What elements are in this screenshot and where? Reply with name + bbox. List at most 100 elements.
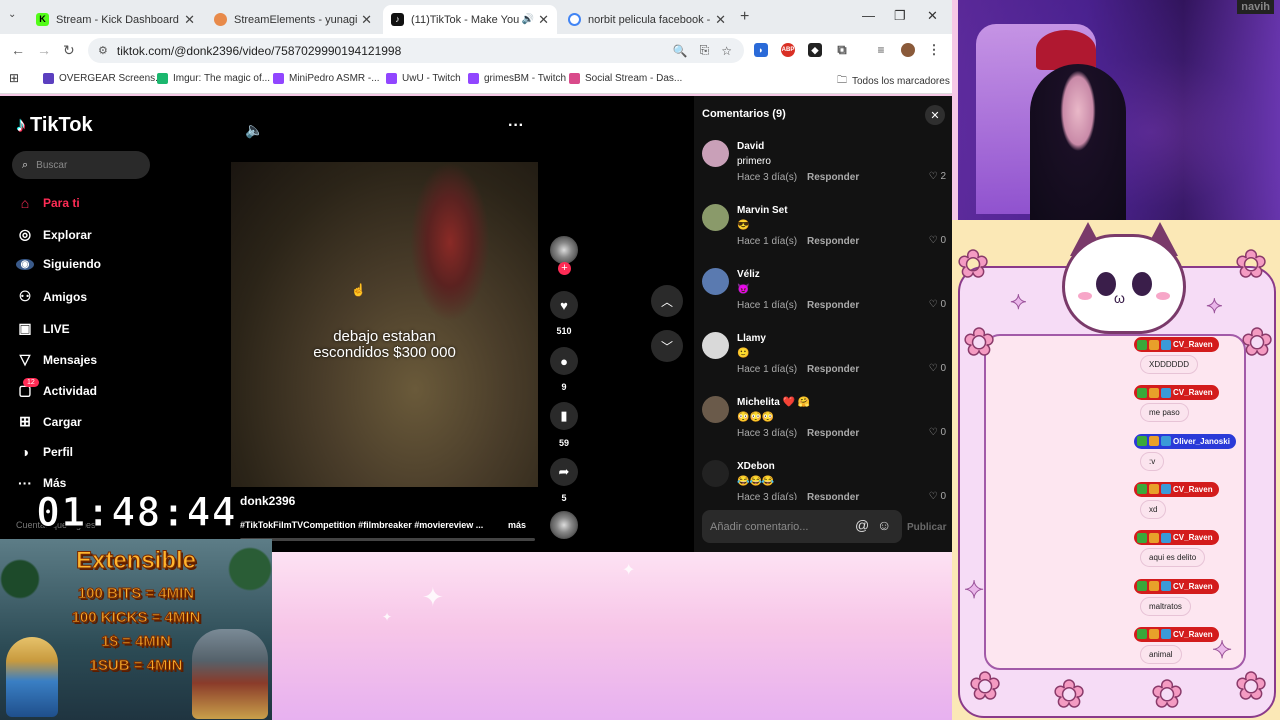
search-input[interactable]: ⌕ Buscar [12, 151, 150, 179]
back-icon[interactable]: ← [11, 42, 25, 58]
reply-button[interactable]: Responder [807, 492, 859, 500]
comment-author[interactable]: Michelita ❤️ 🤗 [737, 397, 810, 408]
video-progress-bar[interactable] [240, 538, 535, 541]
close-tab-icon[interactable]: ✕ [184, 12, 195, 28]
commenter-avatar[interactable] [702, 204, 729, 231]
comment-like-button[interactable]: ♡ 0 [929, 427, 946, 438]
emoji-icon[interactable]: ☺ [877, 517, 891, 533]
comment-button[interactable]: ● [550, 347, 578, 375]
flower-icon: ✿ [1240, 322, 1273, 364]
comment-input[interactable]: Añadir comentario... @ ☺ [702, 510, 902, 543]
video-hashtags[interactable]: #TikTokFilmTVCompetition #filmbreaker #m… [240, 520, 495, 530]
close-tab-icon[interactable]: ✕ [361, 12, 372, 28]
bookmark-item[interactable]: UwU - Twitch [386, 73, 461, 84]
share-button[interactable]: ➦ [550, 458, 578, 486]
author-avatar[interactable] [550, 236, 578, 264]
new-tab-button[interactable]: + [740, 8, 749, 26]
commenter-avatar[interactable] [702, 332, 729, 359]
chat-message: CV_Raven animal [1134, 626, 1219, 664]
music-disc[interactable] [550, 511, 578, 539]
bookmark-item[interactable]: OVERGEAR Screens... [43, 73, 163, 84]
follow-plus-icon[interactable]: + [558, 262, 571, 275]
profile-avatar-icon[interactable] [901, 43, 915, 57]
more-link[interactable]: más [508, 520, 526, 530]
nav-friends[interactable]: ⚇ Amigos [16, 288, 87, 305]
video-player[interactable] [231, 162, 538, 487]
nav-messages[interactable]: ▽ Mensajes [16, 351, 97, 368]
extension-icon[interactable]: ◆ [808, 43, 822, 57]
reload-icon[interactable]: ↻ [63, 42, 75, 59]
mention-icon[interactable]: @ [855, 517, 869, 533]
nav-more[interactable]: ··· Más [16, 475, 66, 491]
forward-icon[interactable]: → [37, 42, 51, 58]
comment-like-button[interactable]: ♡ 0 [929, 299, 946, 310]
comment-author[interactable]: David [737, 141, 764, 152]
tab-streamelements[interactable]: StreamElements - yunagiselle ✕ [206, 5, 380, 34]
all-bookmarks-folder[interactable]: 🗀 Todos los marcadores [837, 73, 950, 90]
nav-explore[interactable]: ◎ Explorar [16, 226, 92, 243]
reply-button[interactable]: Responder [807, 364, 859, 375]
video-author[interactable]: donk2396 [240, 494, 295, 508]
close-tab-icon[interactable]: ✕ [538, 12, 549, 28]
reply-button[interactable]: Responder [807, 236, 859, 247]
like-button[interactable]: ♥ [550, 291, 578, 319]
nav-following[interactable]: ◉ Siguiendo [16, 257, 101, 271]
reply-button[interactable]: Responder [807, 172, 859, 183]
nav-for-you[interactable]: ⌂ Para ti [16, 195, 80, 211]
save-button[interactable]: ▮ [550, 402, 578, 430]
comment-like-button[interactable]: ♡ 0 [929, 235, 946, 246]
bookmark-item[interactable]: grimesBM - Twitch [468, 73, 566, 84]
volume-icon[interactable]: 🔈 [245, 121, 264, 139]
more-options-icon[interactable]: ··· [508, 117, 524, 135]
minimize-icon[interactable]: — [862, 8, 875, 23]
comment-like-button[interactable]: ♡ 2 [929, 171, 946, 182]
nav-live[interactable]: ▣ LIVE [16, 320, 69, 337]
comment-author[interactable]: Marvin Set [737, 205, 788, 216]
tab-google-search[interactable]: norbit pelicula facebook - Buscar ✕ [560, 5, 734, 34]
commenter-avatar[interactable] [702, 396, 729, 423]
reply-button[interactable]: Responder [807, 428, 859, 439]
close-tab-icon[interactable]: ✕ [715, 12, 726, 28]
extension-icon[interactable]: ◗ [754, 43, 768, 57]
comment-author[interactable]: Llamy [737, 333, 766, 344]
bookmark-star-icon[interactable]: ☆ [721, 44, 732, 58]
address-bar[interactable]: ⚙ tiktok.com/@donk2396/video/75870299901… [88, 38, 744, 63]
reply-button[interactable]: Responder [807, 300, 859, 311]
extensions-puzzle-icon[interactable]: ⧉ [835, 42, 849, 57]
publish-button[interactable]: Publicar [907, 522, 946, 533]
apps-grid-icon[interactable]: ⊞ [9, 71, 19, 85]
nav-profile[interactable]: ◑ Perfil [16, 444, 73, 460]
comment-author[interactable]: XDebon [737, 461, 775, 472]
comment-author[interactable]: Véliz [737, 269, 760, 280]
tab-search-icon[interactable]: ⌄ [8, 9, 16, 20]
media-controls-icon[interactable]: ≡ [874, 43, 888, 57]
audio-playing-icon[interactable]: 🔊 [522, 14, 534, 25]
sparkle-icon: ✦ [1206, 296, 1224, 319]
zoom-icon[interactable]: 🔍 [673, 44, 688, 58]
bookmark-item[interactable]: Imgur: The magic of... [157, 73, 270, 84]
commenter-avatar[interactable] [702, 140, 729, 167]
comment-like-button[interactable]: ♡ 0 [929, 491, 946, 500]
site-info-icon[interactable]: ⚙ [98, 44, 108, 57]
next-video-button[interactable]: ﹀ [651, 330, 683, 362]
commenter-avatar[interactable] [702, 268, 729, 295]
nav-upload[interactable]: ⊞ Cargar [16, 413, 82, 430]
badge-icon [1161, 629, 1171, 640]
close-window-icon[interactable]: ✕ [927, 8, 938, 24]
bookmark-item[interactable]: Social Stream - Das... [569, 73, 682, 84]
comment-date: Hace 3 día(s) [737, 492, 798, 500]
adblock-icon[interactable]: ABP [781, 43, 795, 57]
cast-icon[interactable]: ⎘ [700, 43, 710, 58]
tab-tiktok[interactable]: ♪ (11)TikTok - Make Your Day 🔊 ✕ [383, 5, 557, 34]
commenter-avatar[interactable] [702, 460, 729, 487]
comment-like-button[interactable]: ♡ 0 [929, 363, 946, 374]
restore-icon[interactable]: ❐ [894, 8, 906, 24]
browser-menu-icon[interactable]: ⋮ [927, 42, 941, 57]
url-text[interactable]: tiktok.com/@donk2396/video/7587029990194… [117, 44, 673, 58]
comments-list[interactable]: David primero Hace 3 día(s) Responder ♡ 2 Mar… [694, 134, 952, 500]
bookmark-item[interactable]: MiniPedro ASMR -... [273, 73, 380, 84]
previous-video-button[interactable]: ︿ [651, 285, 683, 317]
close-comments-button[interactable]: ✕ [925, 105, 945, 125]
tiktok-logo[interactable]: ♪ TikTok [16, 114, 93, 137]
tab-kick-dashboard[interactable]: K Stream - Kick Dashboard ✕ [28, 5, 203, 34]
